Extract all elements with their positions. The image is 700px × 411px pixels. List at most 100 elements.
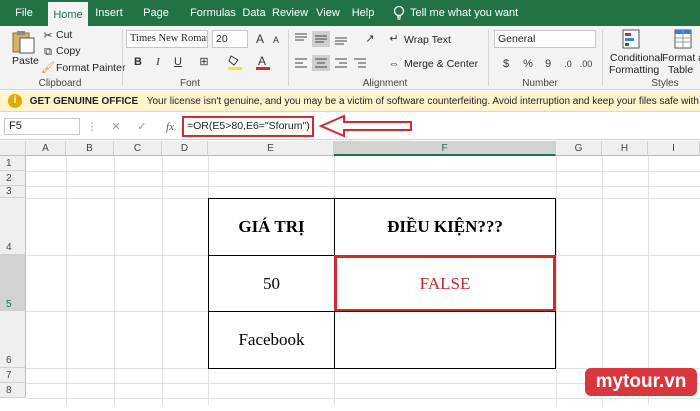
cell-e4[interactable]: GIÁ TRỊ: [208, 198, 335, 256]
wrap-text-button[interactable]: Wrap Text: [404, 34, 451, 46]
tab-formulas[interactable]: Formulas: [188, 0, 238, 26]
name-box[interactable]: F5: [4, 118, 80, 135]
font-size-select[interactable]: 20: [212, 30, 248, 48]
formula-bar: F5 ⋮ ✕ ✓ fx =OR(E5>80,E6="Sforum"): [0, 113, 700, 140]
cell-e6[interactable]: Facebook: [208, 311, 335, 369]
alignment-group-label: Alignment: [362, 78, 408, 89]
merge-icon: ⇔: [388, 58, 400, 70]
row-header-4[interactable]: 4: [0, 198, 26, 255]
column-header-d[interactable]: D: [162, 141, 208, 156]
shrink-font-icon[interactable]: A: [268, 32, 284, 48]
column-header-i[interactable]: I: [648, 141, 700, 156]
gridline: [26, 171, 700, 172]
lightbulb-icon: [392, 5, 406, 21]
paste-icon[interactable]: [10, 30, 36, 54]
row-header-8[interactable]: 8: [0, 383, 26, 398]
tab-page-layout[interactable]: Page Layout: [128, 0, 184, 45]
row-header-5[interactable]: 5: [0, 255, 26, 311]
cut-icon: ✂: [43, 30, 53, 42]
enter-icon[interactable]: ✓: [134, 119, 150, 135]
decrease-decimal-icon[interactable]: .00: [578, 56, 594, 72]
conditional-formatting-icon: [622, 29, 640, 49]
gridline: [26, 186, 700, 187]
number-group-label: Number: [522, 78, 558, 89]
divider: [602, 30, 603, 86]
format-painter-icon: 🖌: [41, 62, 55, 74]
tab-insert[interactable]: Insert: [90, 0, 128, 26]
watermark-logo: mytour.vn: [585, 368, 697, 396]
svg-text:A: A: [258, 54, 266, 68]
vertical-align-icons[interactable]: [292, 31, 352, 47]
row-header-3[interactable]: 3: [0, 186, 26, 198]
format-painter-button[interactable]: Format Painter: [56, 62, 125, 74]
horizontal-align-icons[interactable]: [292, 55, 372, 71]
insert-function-button[interactable]: fx: [160, 119, 180, 135]
tab-view[interactable]: View: [314, 0, 342, 26]
bold-button[interactable]: B: [130, 54, 146, 70]
formula-input[interactable]: =OR(E5>80,E6="Sforum"): [182, 116, 314, 137]
copy-button[interactable]: Copy: [56, 45, 81, 57]
underline-button[interactable]: U: [170, 54, 186, 70]
cell-f4[interactable]: ĐIỀU KIỆN???: [334, 198, 556, 256]
info-icon: i: [8, 94, 22, 109]
tell-me-search[interactable]: Tell me what you want to do: [410, 0, 530, 45]
arrow-left-icon: [318, 114, 414, 138]
borders-icon[interactable]: ⊞: [196, 54, 212, 70]
warning-text: Your license isn't genuine, and you may …: [146, 96, 700, 107]
tab-review[interactable]: Review: [272, 0, 308, 26]
format-as-table-label2: Table: [668, 64, 694, 76]
conditional-formatting-button[interactable]: Conditional: [610, 52, 663, 64]
font-group-label: Font: [179, 78, 200, 89]
tab-help[interactable]: Help: [348, 0, 378, 26]
grow-font-icon[interactable]: A: [252, 31, 268, 47]
paste-button[interactable]: Paste: [12, 55, 39, 67]
conditional-formatting-label2: Formatting: [609, 64, 660, 76]
select-all-corner[interactable]: [0, 141, 26, 156]
cancel-icon[interactable]: ✕: [108, 119, 124, 135]
column-header-h[interactable]: H: [602, 141, 648, 156]
row-header-2[interactable]: 2: [0, 171, 26, 186]
tab-file[interactable]: File: [6, 0, 42, 26]
spreadsheet-grid: A B C D E F G H I 1 2 3 4 5 6 7 8 GIÁ TR…: [0, 141, 700, 405]
tab-home[interactable]: Home: [48, 0, 88, 26]
column-header-e[interactable]: E: [208, 141, 334, 156]
tab-data[interactable]: Data: [240, 0, 268, 26]
divider: [288, 30, 289, 86]
font-name-select[interactable]: Times New Roman: [126, 30, 208, 48]
gridline: [26, 398, 700, 399]
increase-decimal-icon[interactable]: .0: [560, 56, 576, 72]
comma-button[interactable]: 9: [540, 56, 556, 72]
column-header-b[interactable]: B: [66, 141, 114, 156]
row-header-1[interactable]: 1: [0, 156, 26, 171]
more-icon: ⋮: [86, 121, 98, 133]
clipboard-group-label: Clipboard: [38, 78, 82, 89]
format-as-table-button[interactable]: Format as: [662, 52, 700, 64]
row-header-6[interactable]: 6: [0, 311, 26, 368]
fill-color-icon[interactable]: [228, 54, 242, 70]
warning-title: GET GENUINE OFFICE: [29, 96, 139, 107]
styles-group-label: Styles: [651, 78, 679, 89]
column-header-a[interactable]: A: [26, 141, 66, 156]
merge-center-button[interactable]: Merge & Center: [404, 58, 478, 70]
column-header-c[interactable]: C: [114, 141, 162, 156]
divider: [122, 30, 123, 86]
cell-f6[interactable]: [334, 311, 556, 369]
font-color-icon[interactable]: A: [256, 54, 270, 70]
italic-button[interactable]: I: [150, 54, 166, 70]
ribbon-home: Paste ✂ Cut ⧉ Copy 🖌 Format Painter Clip…: [0, 26, 700, 90]
cell-f5[interactable]: FALSE: [334, 255, 556, 312]
ribbon-tab-bar: File Home Insert Page Layout Formulas Da…: [0, 0, 700, 45]
divider: [488, 30, 489, 86]
wrap-text-icon: ↵: [389, 33, 399, 45]
cut-button[interactable]: Cut: [56, 29, 72, 41]
number-format-select[interactable]: General: [494, 30, 596, 48]
column-header-g[interactable]: G: [556, 141, 602, 156]
cell-e5[interactable]: 50: [208, 255, 335, 312]
row-header-7[interactable]: 7: [0, 368, 26, 383]
copy-icon: ⧉: [44, 46, 52, 58]
column-header-f[interactable]: F: [334, 141, 556, 156]
format-as-table-icon: [674, 29, 692, 49]
orientation-icon[interactable]: ↗: [362, 31, 378, 47]
currency-icon[interactable]: $: [498, 56, 514, 72]
percent-button[interactable]: %: [520, 56, 536, 72]
